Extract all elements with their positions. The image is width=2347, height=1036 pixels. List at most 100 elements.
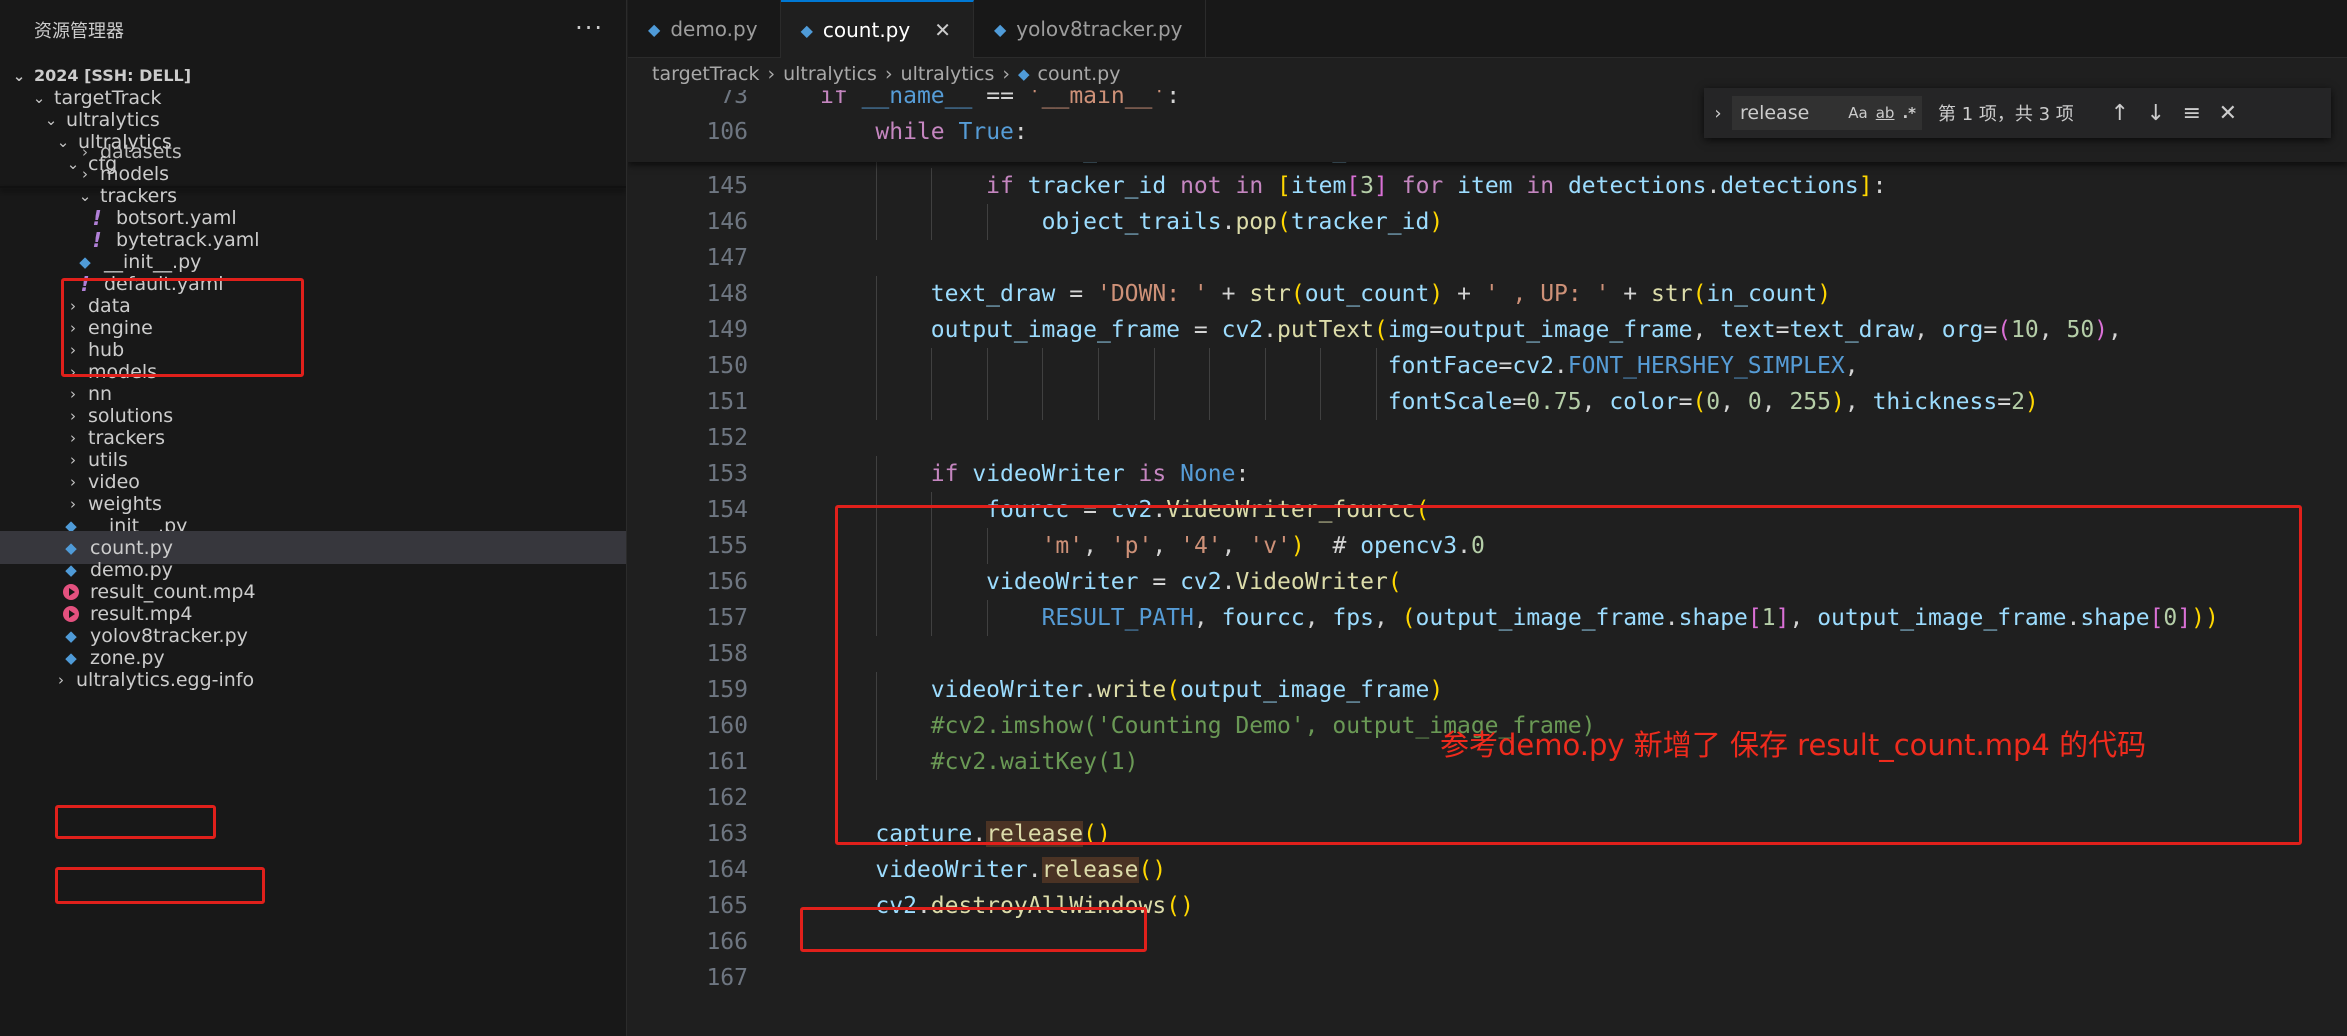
line-number: 155 bbox=[706, 533, 748, 559]
indent-guide bbox=[931, 564, 933, 600]
code-text: text_draw = 'DOWN: ' + str(out_count) + … bbox=[930, 281, 1832, 307]
code-text: if __name__ == '__main__': bbox=[820, 90, 1181, 109]
arrow-down-icon[interactable]: ↓ bbox=[2138, 101, 2174, 126]
line-number: 159 bbox=[706, 677, 748, 703]
code-line[interactable]: 156 videoWriter = cv2.VideoWriter( bbox=[628, 564, 2347, 600]
code-text: videoWriter.release() bbox=[875, 857, 1167, 883]
code-line[interactable]: 158 bbox=[628, 636, 2347, 672]
line-number: 158 bbox=[706, 641, 748, 667]
breadcrumb-item[interactable]: ultralytics bbox=[783, 63, 877, 85]
code-line[interactable]: 167 bbox=[628, 960, 2347, 996]
code-text: if tracker_id not in [item[3] for item i… bbox=[986, 173, 1887, 199]
indent-guide bbox=[875, 456, 877, 492]
line-number: 161 bbox=[706, 749, 748, 775]
line-number: 73 bbox=[720, 90, 748, 109]
code-text: capture.release() bbox=[875, 821, 1111, 847]
tab-demo-py[interactable]: ◆ demo.py bbox=[628, 0, 781, 58]
code-line[interactable]: 154 fourcc = cv2.VideoWriter_fourcc( bbox=[628, 492, 2347, 528]
find-in-selection-icon[interactable]: ≡ bbox=[2174, 101, 2210, 126]
code-line[interactable]: 147 bbox=[628, 240, 2347, 276]
code-text: fontScale=0.75, color=(0, 0, 255), thick… bbox=[1387, 389, 2039, 415]
match-whole-word-icon[interactable]: ab bbox=[1876, 104, 1895, 122]
indent-guide bbox=[1153, 384, 1155, 420]
code-text: while True: bbox=[875, 119, 1028, 145]
code-line[interactable]: 145 if tracker_id not in [item[3] for it… bbox=[628, 168, 2347, 204]
tab-yolov8tracker-py[interactable]: ◆ yolov8tracker.py bbox=[974, 0, 1206, 58]
breadcrumb-item[interactable]: ultralytics bbox=[901, 63, 995, 85]
code-line[interactable]: 165 cv2.destroyAllWindows() bbox=[628, 888, 2347, 924]
code-line[interactable]: 157 RESULT_PATH, fourcc, fps, (output_im… bbox=[628, 600, 2347, 636]
chevron-right-icon: › bbox=[767, 63, 776, 85]
breadcrumb-item[interactable]: targetTrack bbox=[652, 63, 760, 85]
code-text: #cv2.waitKey(1) bbox=[930, 749, 1139, 775]
code-line[interactable]: 152 bbox=[628, 420, 2347, 456]
line-number: 145 bbox=[706, 173, 748, 199]
code-text: cv2.destroyAllWindows() bbox=[875, 893, 1194, 919]
code-text: if videoWriter is None: bbox=[930, 461, 1250, 487]
indent-guide bbox=[875, 348, 877, 384]
indent-guide bbox=[986, 528, 988, 564]
close-icon[interactable]: ✕ bbox=[2210, 101, 2246, 126]
use-regex-icon[interactable]: .* bbox=[1902, 104, 1916, 122]
line-number: 149 bbox=[706, 317, 748, 343]
chevron-right-icon: › bbox=[58, 670, 64, 689]
code-line[interactable]: 151 fontScale=0.75, color=(0, 0, 255), t… bbox=[628, 384, 2347, 420]
line-number: 166 bbox=[706, 929, 748, 955]
toggle-replace-icon[interactable]: › bbox=[1704, 103, 1732, 124]
code-text: RESULT_PATH, fourcc, fps, (output_image_… bbox=[1041, 605, 2219, 631]
code-line[interactable]: 149 output_image_frame = cv2.putText(img… bbox=[628, 312, 2347, 348]
code-line[interactable]: 146 object_trails.pop(tracker_id) bbox=[628, 204, 2347, 240]
indent-guide bbox=[1320, 348, 1322, 384]
chevron-right-icon: › bbox=[1002, 63, 1010, 85]
indent-guide bbox=[875, 312, 877, 348]
code-line[interactable]: 166 bbox=[628, 924, 2347, 960]
python-file-icon: ◆ bbox=[1017, 65, 1030, 83]
code-text: object_trails.pop(tracker_id) bbox=[1041, 209, 1444, 235]
code-line[interactable]: 155 'm', 'p', '4', 'v') # opencv3.0 bbox=[628, 528, 2347, 564]
code-line[interactable]: 162 bbox=[628, 780, 2347, 816]
code-text: videoWriter = cv2.VideoWriter( bbox=[986, 569, 1402, 595]
code-line[interactable]: 163 capture.release() bbox=[628, 816, 2347, 852]
line-number: 147 bbox=[706, 245, 748, 271]
code-line[interactable]: 153 if videoWriter is None: bbox=[628, 456, 2347, 492]
indent-guide bbox=[931, 384, 933, 420]
chevron-right-icon: › bbox=[884, 63, 893, 85]
indent-guide bbox=[875, 204, 877, 240]
indent-guide bbox=[1042, 384, 1044, 420]
indent-guide bbox=[986, 600, 988, 636]
python-file-icon: ◆ bbox=[800, 20, 813, 40]
line-number: 164 bbox=[706, 857, 748, 883]
line-number: 154 bbox=[706, 497, 748, 523]
indent-guide bbox=[875, 744, 877, 780]
indent-guide bbox=[1264, 384, 1266, 420]
line-number: 165 bbox=[706, 893, 748, 919]
code-text: fontFace=cv2.FONT_HERSHEY_SIMPLEX, bbox=[1387, 353, 1859, 379]
match-case-icon[interactable]: Aa bbox=[1848, 104, 1867, 122]
indent-guide bbox=[1209, 348, 1211, 384]
tree-item-egg-info[interactable]: › ultralytics.egg-info bbox=[0, 663, 626, 696]
more-actions-icon[interactable]: ··· bbox=[575, 14, 604, 42]
python-file-icon: ◆ bbox=[648, 19, 661, 39]
arrow-up-icon[interactable]: ↑ bbox=[2102, 101, 2138, 126]
indent-guide bbox=[1264, 348, 1266, 384]
line-number: 148 bbox=[706, 281, 748, 307]
indent-guide bbox=[875, 708, 877, 744]
explorer-sidebar: 资源管理器 ··· ⌄ 2024 [SSH: DELL] ⌄ targetTrac… bbox=[0, 0, 627, 1036]
indent-guide bbox=[986, 348, 988, 384]
indent-guide bbox=[986, 384, 988, 420]
breadcrumb: targetTrack › ultralytics › ultralytics … bbox=[628, 58, 2347, 90]
indent-guide bbox=[1376, 384, 1377, 420]
code-text: videoWriter.write(output_image_frame) bbox=[930, 677, 1444, 703]
tab-bar: ◆ demo.py ◆ count.py ✕ ◆ yolov8tracker.p… bbox=[628, 0, 2347, 58]
code-view[interactable]: 73 if __name__ == '__main__': 106 while Tr… bbox=[628, 90, 2347, 1036]
breadcrumb-item[interactable]: count.py bbox=[1038, 63, 1121, 85]
line-number: 167 bbox=[706, 965, 748, 991]
code-line[interactable]: 150 fontFace=cv2.FONT_HERSHEY_SIMPLEX, bbox=[628, 348, 2347, 384]
indent-guide bbox=[1376, 348, 1377, 384]
code-line[interactable]: 164 videoWriter.release() bbox=[628, 852, 2347, 888]
code-line[interactable]: 159 videoWriter.write(output_image_frame… bbox=[628, 672, 2347, 708]
close-icon[interactable]: ✕ bbox=[934, 18, 951, 42]
find-input[interactable]: release Aa ab .* bbox=[1732, 96, 1922, 130]
tab-count-py[interactable]: ◆ count.py ✕ bbox=[780, 0, 974, 58]
code-line[interactable]: 148 text_draw = 'DOWN: ' + str(out_count… bbox=[628, 276, 2347, 312]
